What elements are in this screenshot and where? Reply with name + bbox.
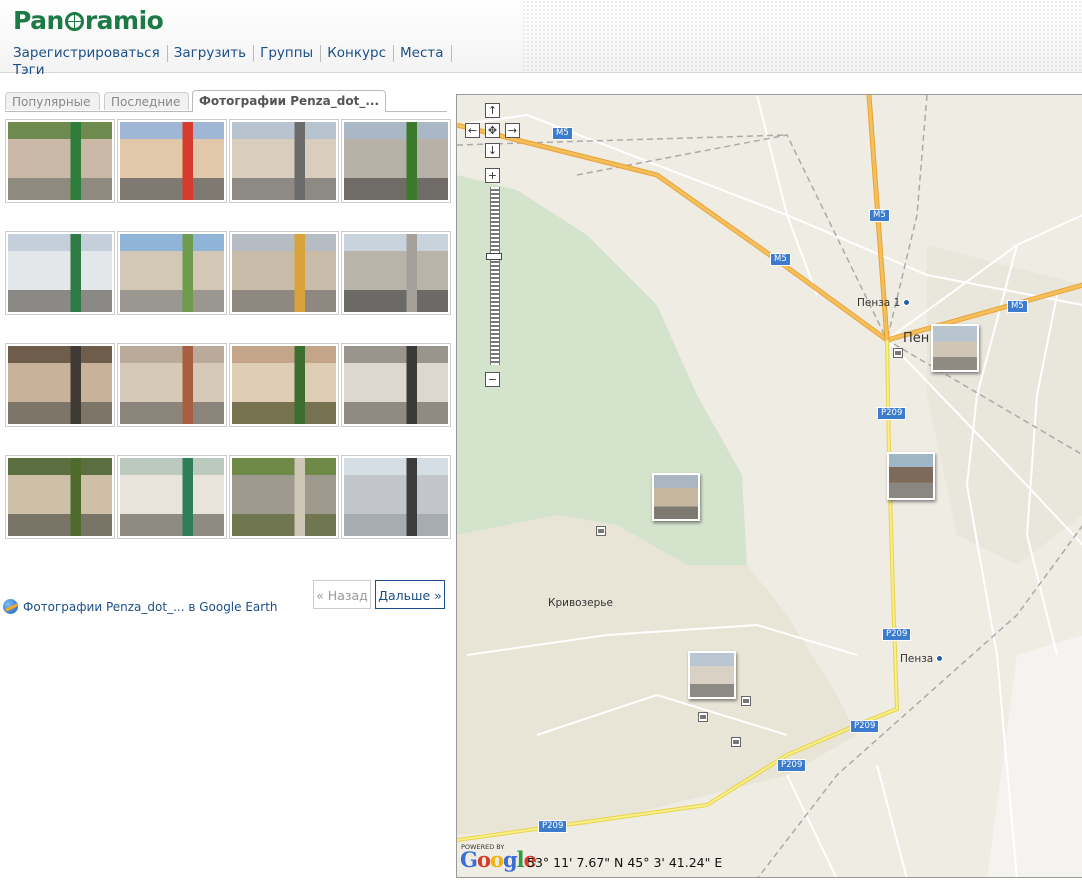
photo-image (120, 458, 224, 536)
photo-image (8, 234, 112, 312)
header: Pan ramio Зарегистрироваться Загрузить Груп… (0, 0, 1082, 78)
map-photo-mini-icon[interactable] (893, 348, 903, 358)
photo-image (120, 122, 224, 200)
google-earth-icon (3, 599, 18, 614)
place-penza-1: Пенза 1 (857, 297, 911, 309)
nav-places[interactable]: Места (400, 45, 452, 62)
photo-image (344, 346, 448, 424)
photo-thumbnail[interactable] (5, 455, 115, 539)
nav-contest[interactable]: Конкурс (327, 45, 395, 62)
map-canvas (457, 95, 1082, 877)
place-penza-city: Пен (903, 331, 930, 346)
photo-image (344, 234, 448, 312)
place-krivozerye: Кривозерье (548, 597, 613, 609)
road-label-p209: P209 (877, 407, 907, 420)
photo-thumbnail[interactable] (117, 119, 227, 203)
photo-thumbnail[interactable] (117, 343, 227, 427)
road-label-p209: P209 (882, 628, 912, 641)
map-photo-mini-icon[interactable] (596, 526, 606, 536)
road-label-m5: M5 (1007, 300, 1028, 313)
zoom-slider-knob[interactable] (486, 253, 502, 260)
map[interactable]: M5 M5 M5 M5 P209 P209 P209 P209 P209 Пен… (456, 94, 1082, 878)
station-dot (936, 655, 944, 662)
pan-down-button[interactable]: ↓ (485, 143, 500, 158)
coordinates-readout: 53° 11' 7.67" N 45° 3' 41.24" E (527, 855, 723, 870)
google-earth-link[interactable]: Фотографии Penza_dot_... в Google Earth (3, 599, 278, 614)
google-logo[interactable]: Google (460, 847, 537, 872)
photo-thumbnail[interactable] (341, 119, 451, 203)
pan-right-button[interactable]: → (505, 123, 520, 138)
photo-tabs: Популярные Последние Фотографии Penza_do… (5, 90, 447, 112)
nav-tags[interactable]: Тэги (13, 62, 52, 79)
zoom-in-button[interactable]: + (485, 168, 500, 183)
map-photo-mini-icon[interactable] (741, 696, 751, 706)
nav-groups[interactable]: Группы (260, 45, 322, 62)
photo-image (344, 458, 448, 536)
nav-upload[interactable]: Загрузить (174, 45, 255, 62)
main-nav: Зарегистрироваться Загрузить Группы Конкурс… (13, 45, 483, 79)
photo-thumbnail[interactable] (229, 231, 339, 315)
place-penza: Пенза (900, 653, 944, 665)
tab-user-photos[interactable]: Фотографии Penza_dot_... (192, 90, 386, 112)
prev-page-button[interactable]: « Назад (313, 580, 371, 609)
tab-recent[interactable]: Последние (104, 92, 189, 110)
photo-thumbnail[interactable] (229, 119, 339, 203)
photo-thumbnail[interactable] (117, 455, 227, 539)
photo-image (120, 234, 224, 312)
road-label-p209: P209 (777, 759, 807, 772)
map-photo-marker[interactable] (688, 651, 736, 699)
zoom-slider-rail[interactable] (490, 187, 500, 365)
road-label-p209: P209 (538, 820, 568, 833)
photo-thumbnail[interactable] (341, 343, 451, 427)
panoramio-logo[interactable]: Pan ramio (13, 6, 164, 35)
photo-thumbnail[interactable] (117, 231, 227, 315)
photo-image (120, 346, 224, 424)
road-label-m5: M5 (552, 127, 573, 140)
pan-up-button[interactable]: ↑ (485, 103, 500, 118)
light-area (987, 635, 1082, 877)
zoom-out-button[interactable]: − (485, 372, 500, 387)
photo-thumbnail[interactable] (5, 119, 115, 203)
pan-left-button[interactable]: ← (465, 123, 480, 138)
photo-image (8, 346, 112, 424)
photo-thumbnail[interactable] (229, 343, 339, 427)
zoom-slider[interactable] (486, 187, 502, 365)
road-label-m5: M5 (869, 209, 890, 222)
residential-area (457, 515, 857, 835)
photo-thumbnail[interactable] (341, 231, 451, 315)
next-page-button[interactable]: Дальше » (375, 580, 445, 609)
photo-thumbnail[interactable] (341, 455, 451, 539)
photo-thumbnail[interactable] (229, 455, 339, 539)
road-label-m5: M5 (770, 253, 791, 266)
tab-popular[interactable]: Популярные (5, 92, 100, 110)
station-dot (903, 299, 911, 306)
photo-image (232, 458, 336, 536)
photo-image (232, 346, 336, 424)
photo-image (344, 122, 448, 200)
photo-image (232, 122, 336, 200)
map-photo-marker[interactable] (887, 452, 935, 500)
map-photo-marker[interactable] (931, 324, 979, 372)
map-photo-mini-icon[interactable] (698, 712, 708, 722)
photo-image (8, 458, 112, 536)
photo-image (8, 122, 112, 200)
world-map-decoration (522, 0, 1082, 72)
map-photo-mini-icon[interactable] (731, 737, 741, 747)
photo-thumbnail[interactable] (5, 231, 115, 315)
google-earth-label: Фотографии Penza_dot_... в Google Earth (23, 600, 278, 614)
nav-register[interactable]: Зарегистрироваться (13, 45, 168, 62)
map-photo-marker[interactable] (652, 473, 700, 521)
center-button[interactable]: ✥ (485, 123, 500, 138)
photo-thumbnail[interactable] (5, 343, 115, 427)
road-label-p209: P209 (850, 720, 880, 733)
photo-image (232, 234, 336, 312)
